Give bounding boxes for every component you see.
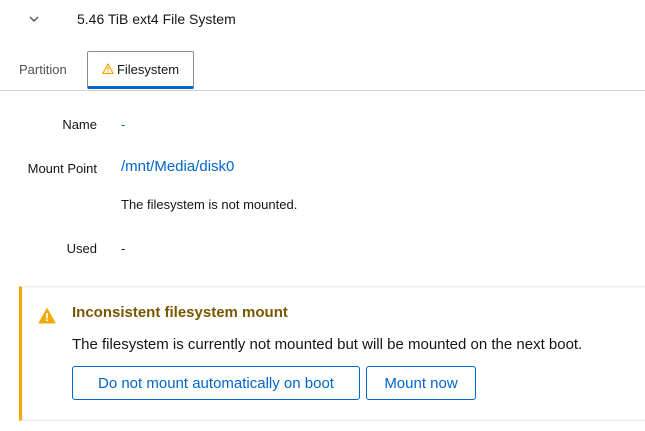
used-label: Used <box>66 241 97 256</box>
alert-body: The filesystem is currently not mounted … <box>72 336 583 353</box>
name-label: Name <box>62 117 97 132</box>
warning-triangle-icon <box>102 63 114 75</box>
tab-partition[interactable]: Partition <box>19 50 67 88</box>
mount-now-button[interactable]: Mount now <box>366 366 476 400</box>
tab-label: Partition <box>19 61 67 77</box>
used-value: - <box>121 241 126 256</box>
alert-title: Inconsistent filesystem mount <box>72 304 288 321</box>
warning-triangle-icon <box>38 308 56 324</box>
inconsistent-mount-alert: Inconsistent filesystem mount The filesy… <box>19 286 645 421</box>
mount-point-label: Mount Point <box>27 161 97 176</box>
row-title: 5.46 TiB ext4 File System <box>77 11 236 27</box>
mount-point-link[interactable]: /mnt/Media/disk0 <box>121 158 234 175</box>
name-value[interactable]: - <box>121 117 125 132</box>
filesystem-row-header: 5.46 TiB ext4 File System <box>0 0 645 40</box>
tab-label: Filesystem <box>116 61 180 77</box>
do-not-mount-button[interactable]: Do not mount automatically on boot <box>72 366 360 400</box>
chevron-down-icon[interactable] <box>27 12 41 26</box>
tab-filesystem[interactable]: Filesystem <box>87 51 194 89</box>
mount-status-note: The filesystem is not mounted. <box>121 197 298 212</box>
details-tabs: Partition Filesystem <box>0 50 645 91</box>
